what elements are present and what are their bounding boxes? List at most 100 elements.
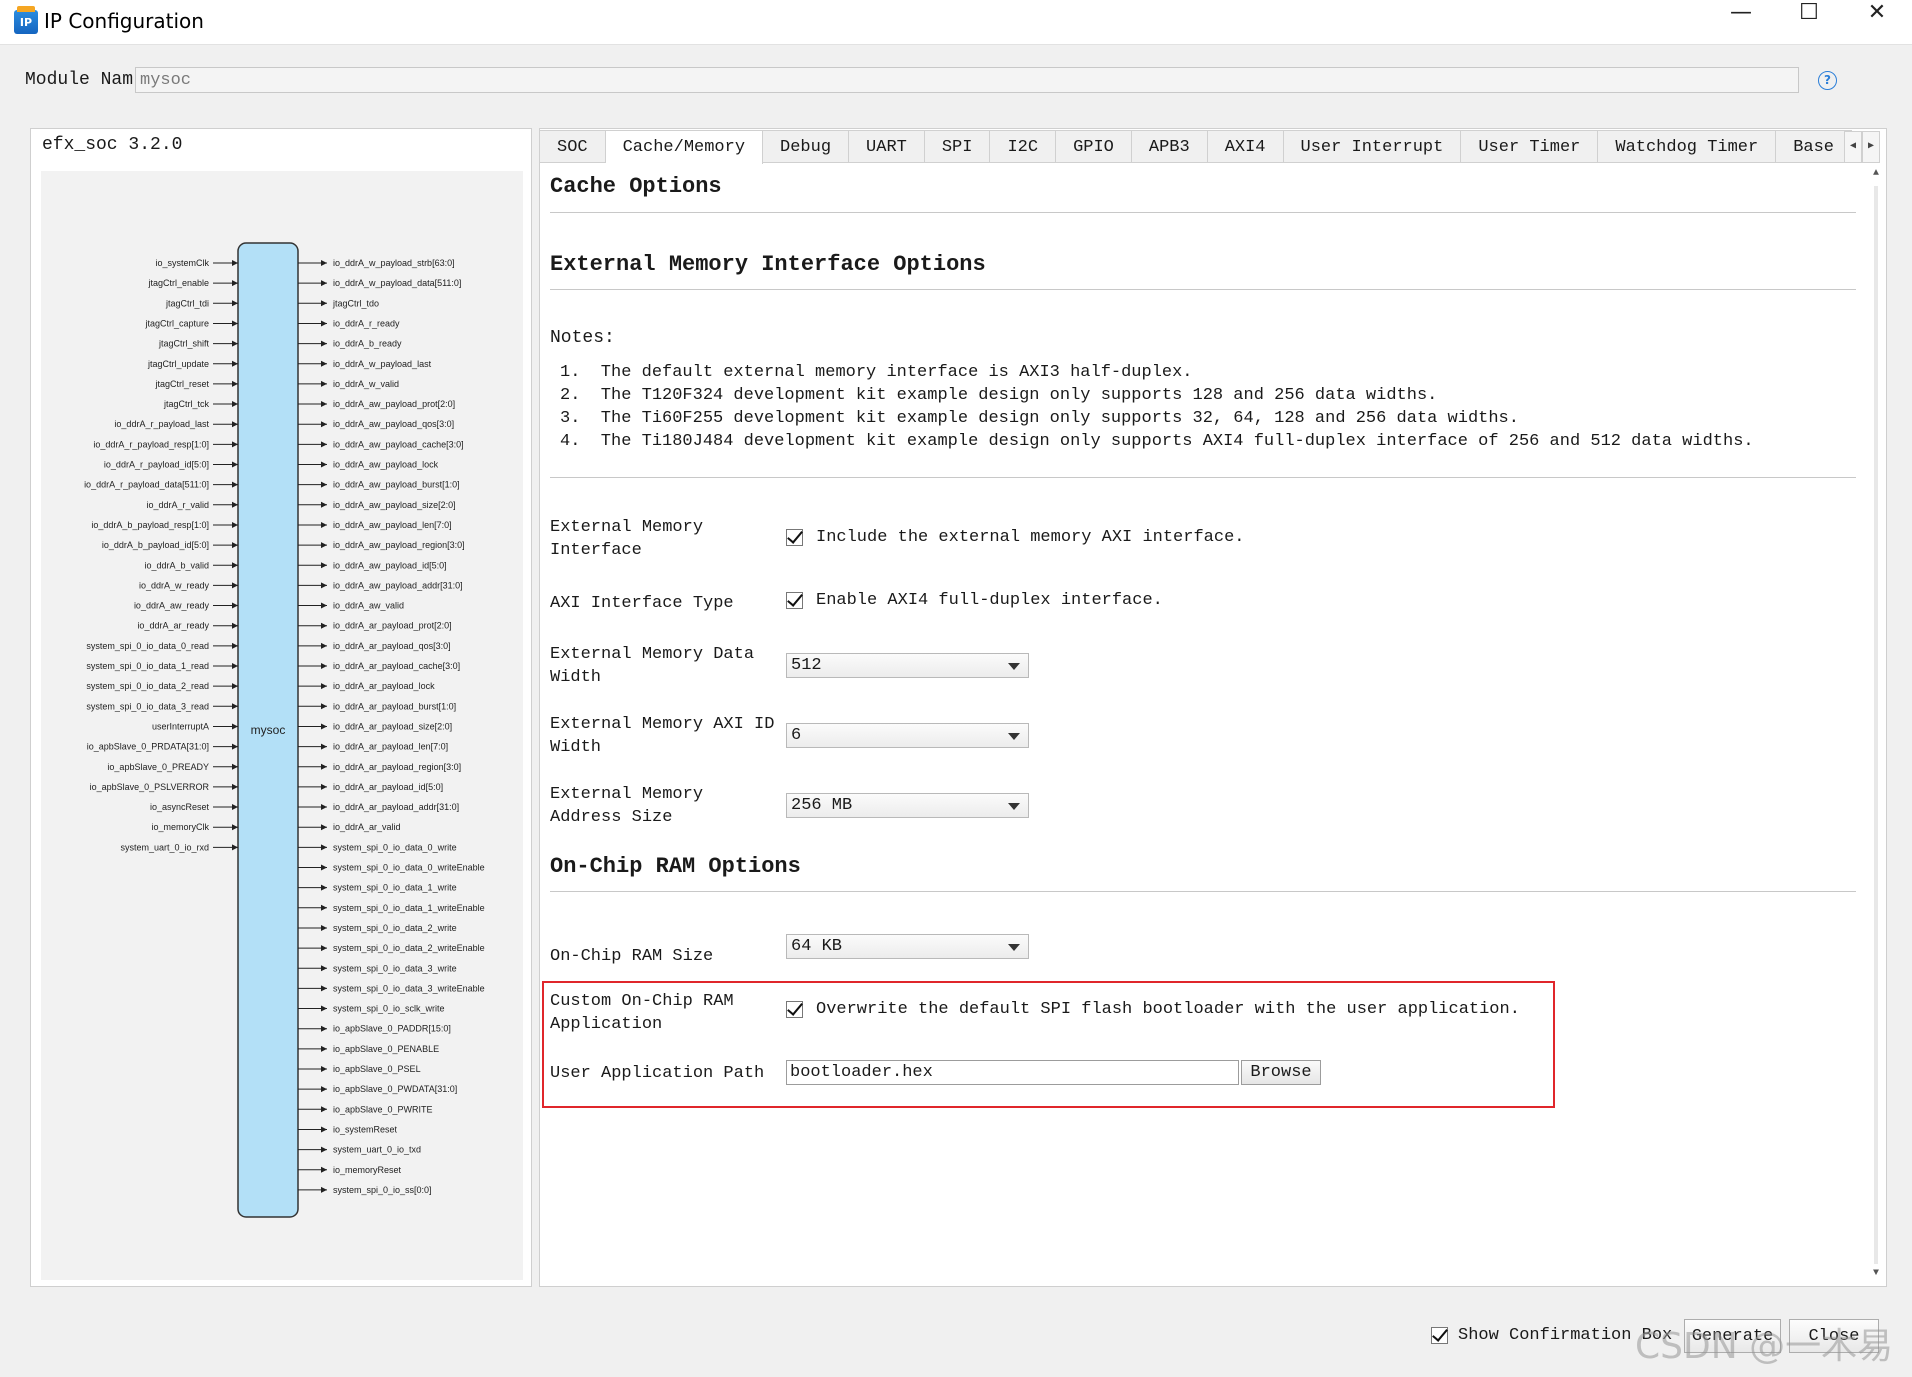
tab-watchdog-timer[interactable]: Watchdog Timer xyxy=(1598,130,1777,163)
port-label: io_apbSlave_0_PENABLE xyxy=(333,1044,439,1054)
port-label: io_ddrA_ar_payload_region[3:0] xyxy=(333,762,461,772)
browse-button[interactable]: Browse xyxy=(1241,1060,1321,1085)
port-arrow-icon xyxy=(321,1086,327,1093)
port-label: io_ddrA_w_ready xyxy=(139,580,210,590)
chevron-down-icon xyxy=(1008,803,1020,810)
soc-version-label: efx_soc 3.2.0 xyxy=(42,135,183,155)
port-arrow-icon xyxy=(321,481,327,488)
axi-id-width-select[interactable]: 6 xyxy=(786,723,1029,748)
minimize-icon[interactable]: — xyxy=(1706,0,1776,44)
tab-scroll-right-icon[interactable]: ▶ xyxy=(1862,131,1880,163)
note-item: 2. The T120F324 development kit example … xyxy=(560,386,1438,405)
port-arrow-icon xyxy=(232,320,238,327)
tab-user-interrupt[interactable]: User Interrupt xyxy=(1283,130,1462,163)
tab-apb3[interactable]: APB3 xyxy=(1131,130,1208,163)
scroll-track[interactable] xyxy=(1874,186,1878,1264)
port-arrow-icon xyxy=(321,280,327,287)
port-label: io_apbSlave_0_PSLVERROR xyxy=(90,782,210,792)
external-memory-title: External Memory Interface Options xyxy=(550,252,986,277)
port-label: io_ddrA_aw_payload_size[2:0] xyxy=(333,500,456,510)
port-label: io_ddrA_r_payload_data[511:0] xyxy=(84,480,209,490)
port-label: jtagCtrl_update xyxy=(147,359,209,369)
port-label: io_ddrA_b_valid xyxy=(144,560,209,570)
port-label: io_ddrA_r_payload_resp[1:0] xyxy=(93,439,209,449)
port-label: io_ddrA_ar_payload_len[7:0] xyxy=(333,742,448,752)
port-arrow-icon xyxy=(232,783,238,790)
port-arrow-icon xyxy=(232,622,238,629)
chevron-down-icon xyxy=(1008,944,1020,951)
scroll-down-icon[interactable]: ▼ xyxy=(1866,1264,1886,1284)
port-arrow-icon xyxy=(321,864,327,871)
port-arrow-icon xyxy=(321,783,327,790)
port-label: io_ddrA_r_payload_last xyxy=(114,419,209,429)
tab-i2c[interactable]: I2C xyxy=(990,130,1057,163)
port-arrow-icon xyxy=(321,320,327,327)
port-arrow-icon xyxy=(321,441,327,448)
window-title: IP Configuration xyxy=(44,9,204,33)
port-label: io_ddrA_aw_payload_lock xyxy=(333,460,439,470)
port-label: io_ddrA_r_payload_id[5:0] xyxy=(104,460,209,470)
tab-uart[interactable]: UART xyxy=(849,130,925,163)
port-arrow-icon xyxy=(321,602,327,609)
port-arrow-icon xyxy=(232,461,238,468)
port-label: io_ddrA_ar_payload_addr[31:0] xyxy=(333,802,459,812)
include-axi-label: Include the external memory AXI interfac… xyxy=(816,528,1245,547)
port-label: system_spi_0_io_data_0_write xyxy=(333,842,457,852)
port-arrow-icon xyxy=(232,340,238,347)
include-axi-checkbox[interactable] xyxy=(786,529,803,546)
port-label: io_ddrA_ar_valid xyxy=(333,822,401,832)
help-icon[interactable]: ? xyxy=(1818,71,1837,90)
port-label: io_ddrA_ar_payload_burst[1:0] xyxy=(333,701,456,711)
port-label: io_ddrA_aw_payload_cache[3:0] xyxy=(333,439,464,449)
port-label: system_spi_0_io_data_0_writeEnable xyxy=(333,863,485,873)
port-label: system_spi_0_io_data_1_writeEnable xyxy=(333,903,485,913)
tab-base[interactable]: Base xyxy=(1776,130,1853,163)
port-arrow-icon xyxy=(232,380,238,387)
tab-soc[interactable]: SOC xyxy=(539,130,606,163)
overwrite-bootloader-checkbox[interactable] xyxy=(786,1001,803,1018)
data-width-select[interactable]: 512 xyxy=(786,653,1029,678)
tab-spi[interactable]: SPI xyxy=(924,130,991,163)
show-confirmation-checkbox[interactable] xyxy=(1431,1327,1448,1344)
port-label: io_ddrA_aw_payload_region[3:0] xyxy=(333,540,465,550)
module-name-input[interactable]: mysoc xyxy=(135,67,1799,93)
tab-debug[interactable]: Debug xyxy=(763,130,850,163)
port-arrow-icon xyxy=(321,1106,327,1113)
port-label: io_ddrA_aw_payload_burst[1:0] xyxy=(333,480,460,490)
port-label: io_apbSlave_0_PREADY xyxy=(107,762,209,772)
port-label: jtagCtrl_tdi xyxy=(165,298,209,308)
axi4-full-duplex-checkbox[interactable] xyxy=(786,592,803,609)
tab-axi4[interactable]: AXI4 xyxy=(1207,130,1284,163)
port-label: io_ddrA_w_valid xyxy=(333,379,399,389)
tab-scroll-left-icon[interactable]: ◀ xyxy=(1844,131,1862,163)
address-size-select[interactable]: 256 MB xyxy=(786,793,1029,818)
port-arrow-icon xyxy=(321,562,327,569)
tab-user-timer[interactable]: User Timer xyxy=(1461,130,1599,163)
cache-memory-content: Cache Options External Memory Interface … xyxy=(542,164,1860,1284)
port-label: jtagCtrl_tck xyxy=(163,399,210,409)
port-label: system_spi_0_io_sclk_write xyxy=(333,1004,445,1014)
custom-onchip-ram-label: Custom On-Chip RAM Application xyxy=(550,992,734,1034)
onchip-ram-size-select[interactable]: 64 KB xyxy=(786,934,1029,959)
port-label: system_spi_0_io_data_2_write xyxy=(333,923,457,933)
port-arrow-icon xyxy=(232,683,238,690)
tab-gpio[interactable]: GPIO xyxy=(1056,130,1132,163)
port-arrow-icon xyxy=(321,501,327,508)
user-app-path-input[interactable]: bootloader.hex xyxy=(786,1060,1239,1085)
soc-block-label: mysoc xyxy=(251,723,286,737)
port-label: io_memoryClk xyxy=(151,822,209,832)
tab-cache-memory[interactable]: Cache/Memory xyxy=(605,130,764,164)
vertical-scrollbar[interactable]: ▲ ▼ xyxy=(1866,164,1886,1286)
port-label: jtagCtrl_tdo xyxy=(332,298,379,308)
maximize-icon[interactable]: ☐ xyxy=(1774,0,1844,44)
notes-title: Notes: xyxy=(550,328,615,348)
block-diagram-area: mysoc io_systemClk jtagCtrl_enable jtagCtr… xyxy=(41,171,523,1280)
port-label: jtagCtrl_capture xyxy=(144,318,209,328)
port-label: jtagCtrl_enable xyxy=(147,278,209,288)
port-label: io_ddrA_w_payload_strb[63:0] xyxy=(333,258,455,268)
scroll-up-icon[interactable]: ▲ xyxy=(1866,164,1886,184)
port-label: system_spi_0_io_data_1_write xyxy=(333,883,457,893)
close-icon[interactable]: ✕ xyxy=(1842,0,1912,44)
note-item: 4. The Ti180J484 development kit example… xyxy=(560,432,1754,451)
port-label: system_spi_0_io_data_3_write xyxy=(333,963,457,973)
